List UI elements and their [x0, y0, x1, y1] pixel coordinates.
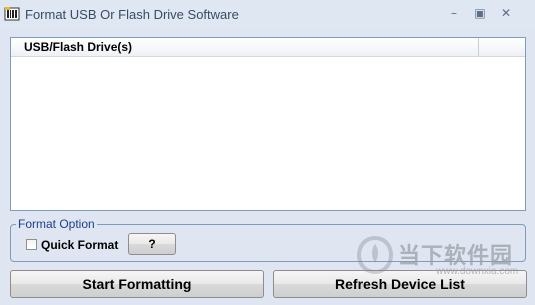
format-option-legend: Format Option	[16, 217, 97, 231]
list-header: USB/Flash Drive(s)	[11, 38, 525, 57]
column-header-usb-drives[interactable]: USB/Flash Drive(s)	[11, 38, 479, 56]
minimize-icon[interactable]: –	[442, 4, 466, 22]
window-title: Format USB Or Flash Drive Software	[25, 7, 239, 22]
close-icon[interactable]: ✕	[494, 4, 518, 22]
title-bar[interactable]: Format USB Or Flash Drive Software – ▣ ✕	[0, 0, 535, 29]
watermark-logo-icon	[356, 235, 394, 275]
watermark-url: www.downxia.com	[436, 266, 519, 277]
app-icon	[4, 7, 20, 21]
quick-format-checkbox[interactable]	[26, 239, 37, 250]
maximize-icon[interactable]: ▣	[468, 4, 492, 22]
device-list[interactable]: USB/Flash Drive(s)	[10, 37, 526, 211]
quick-format-label[interactable]: Quick Format	[41, 238, 118, 252]
start-formatting-button[interactable]: Start Formatting	[10, 270, 264, 298]
help-button[interactable]: ?	[128, 233, 176, 255]
